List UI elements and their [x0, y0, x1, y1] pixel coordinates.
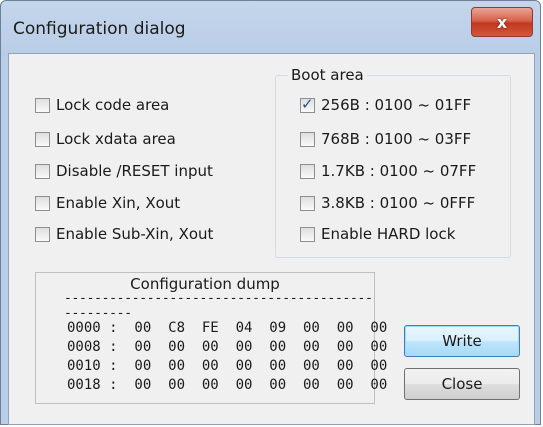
dump-separator: ----------------------------------------…	[64, 291, 373, 321]
option-label: Enable Sub-Xin, Xout	[56, 225, 214, 243]
boot-option-label: 256B : 0100 ~ 01FF	[321, 96, 472, 114]
configuration-dialog-window: Configuration dialog x Lock code area Lo…	[0, 0, 541, 425]
option-disable-reset-input[interactable]: Disable /RESET input	[35, 159, 213, 183]
option-label: Lock xdata area	[56, 130, 176, 148]
dump-line: 0018 : 00 00 00 00 00 00 00 00	[67, 377, 388, 393]
write-button[interactable]: Write	[404, 325, 520, 357]
close-button[interactable]: Close	[404, 368, 520, 400]
boot-option-label: Enable HARD lock	[321, 225, 456, 243]
close-window-button[interactable]: x	[471, 7, 533, 37]
option-enable-xin-xout[interactable]: Enable Xin, Xout	[35, 191, 180, 215]
boot-option-768b[interactable]: 768B : 0100 ~ 03FF	[300, 127, 471, 151]
dump-line: 0008 : 00 00 00 00 00 00 00 00	[67, 339, 388, 355]
option-enable-sub-xin-xout[interactable]: Enable Sub-Xin, Xout	[35, 222, 213, 246]
window-title: Configuration dialog	[13, 19, 186, 39]
checkbox-icon[interactable]	[300, 163, 315, 179]
boot-option-1-7kb[interactable]: 1.7KB : 0100 ~ 07FF	[300, 159, 476, 183]
option-label: Lock code area	[56, 96, 170, 114]
boot-area-title: Boot area	[288, 66, 367, 84]
boot-option-label: 768B : 0100 ~ 03FF	[321, 130, 472, 148]
checkbox-icon[interactable]	[35, 163, 50, 179]
checkbox-icon[interactable]	[300, 195, 315, 211]
configuration-dump-panel: Configuration dump ---------------------…	[35, 272, 387, 404]
checkbox-icon[interactable]	[35, 131, 50, 147]
option-lock-xdata-area[interactable]: Lock xdata area	[35, 127, 176, 151]
boot-option-label: 1.7KB : 0100 ~ 07FF	[321, 162, 477, 180]
option-label: Enable Xin, Xout	[56, 194, 181, 212]
checkbox-icon[interactable]	[35, 226, 50, 242]
checkbox-icon[interactable]	[300, 131, 315, 147]
boot-option-enable-hard-lock[interactable]: Enable HARD lock	[300, 222, 455, 246]
option-label: Disable /RESET input	[56, 162, 213, 180]
dump-line: 0010 : 00 00 00 00 00 00 00 00	[67, 358, 388, 374]
title-bar[interactable]: Configuration dialog x	[1, 1, 542, 61]
boot-option-256b[interactable]: ✓ 256B : 0100 ~ 01FF	[300, 93, 471, 117]
dialog-client-area: Lock code area Lock xdata area Disable /…	[8, 53, 535, 425]
boot-option-3-8kb[interactable]: 3.8KB : 0100 ~ 0FFF	[300, 191, 475, 215]
checkbox-icon[interactable]	[35, 195, 50, 211]
checkbox-icon[interactable]	[300, 226, 315, 242]
option-lock-code-area[interactable]: Lock code area	[35, 93, 169, 117]
close-icon: x	[496, 12, 508, 32]
checkbox-icon[interactable]: ✓	[300, 95, 315, 113]
dump-line: 0000 : 00 C8 FE 04 09 00 00 00	[67, 320, 388, 336]
checkmark-icon: ✓	[301, 94, 314, 113]
checkbox-icon[interactable]	[35, 97, 50, 113]
boot-option-label: 3.8KB : 0100 ~ 0FFF	[321, 194, 476, 212]
